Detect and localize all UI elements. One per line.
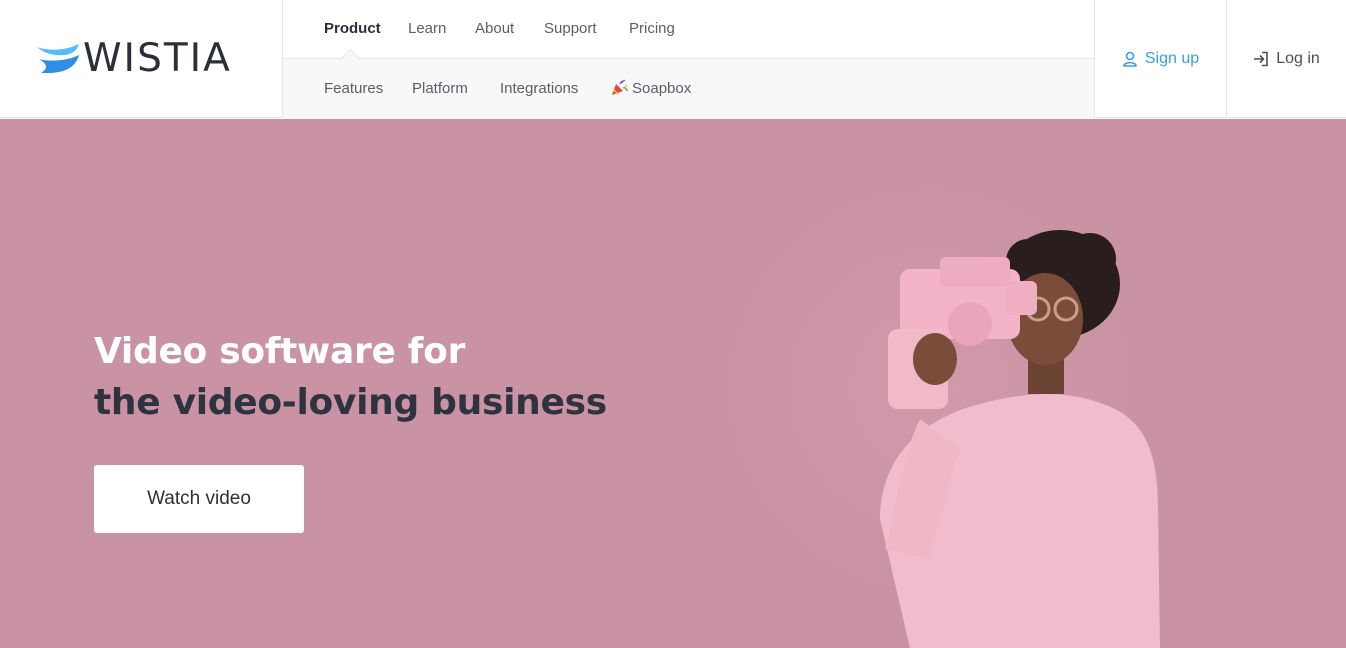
nav-learn[interactable]: Learn <box>408 19 446 39</box>
wistia-wave-icon <box>37 44 79 73</box>
nav-support[interactable]: Support <box>544 19 597 39</box>
main-navigation: Product Learn About Support Pricing Feat… <box>283 0 1094 118</box>
headline-line-2: the video-loving business <box>94 382 607 423</box>
watch-video-button[interactable]: Watch video <box>94 465 304 533</box>
hero-person-with-camera-image <box>880 230 1160 648</box>
nav-pricing[interactable]: Pricing <box>629 19 675 39</box>
subnav-soapbox[interactable]: Soapbox <box>611 79 691 99</box>
nav-about[interactable]: About <box>475 19 514 39</box>
nav-product[interactable]: Product <box>324 19 381 39</box>
secondary-nav: Features Platform Integrations Soapbox <box>283 59 1094 118</box>
brand-name: WISTIA <box>83 36 232 81</box>
signup-label: Sign up <box>1144 50 1200 67</box>
primary-nav: Product Learn About Support Pricing <box>283 0 1094 59</box>
login-label: Log in <box>1276 50 1320 67</box>
hero-section: Video software for the video-loving busi… <box>0 119 1346 648</box>
subnav-integrations[interactable]: Integrations <box>500 79 578 99</box>
headline-line-1: Video software for <box>94 331 466 372</box>
subnav-platform[interactable]: Platform <box>412 79 468 99</box>
log-in-icon <box>1254 51 1269 67</box>
signup-button[interactable]: Sign up <box>1094 0 1227 118</box>
site-header: WISTIA Product Learn About Support Prici… <box>0 0 1346 118</box>
logo-link[interactable]: WISTIA <box>0 0 283 118</box>
hero-headline: Video software for the video-loving busi… <box>94 326 607 428</box>
login-button[interactable]: Log in <box>1227 0 1346 118</box>
subnav-soapbox-label: Soapbox <box>632 80 692 97</box>
subnav-features[interactable]: Features <box>324 79 383 99</box>
user-icon <box>1123 51 1137 67</box>
party-popper-icon <box>612 79 628 95</box>
